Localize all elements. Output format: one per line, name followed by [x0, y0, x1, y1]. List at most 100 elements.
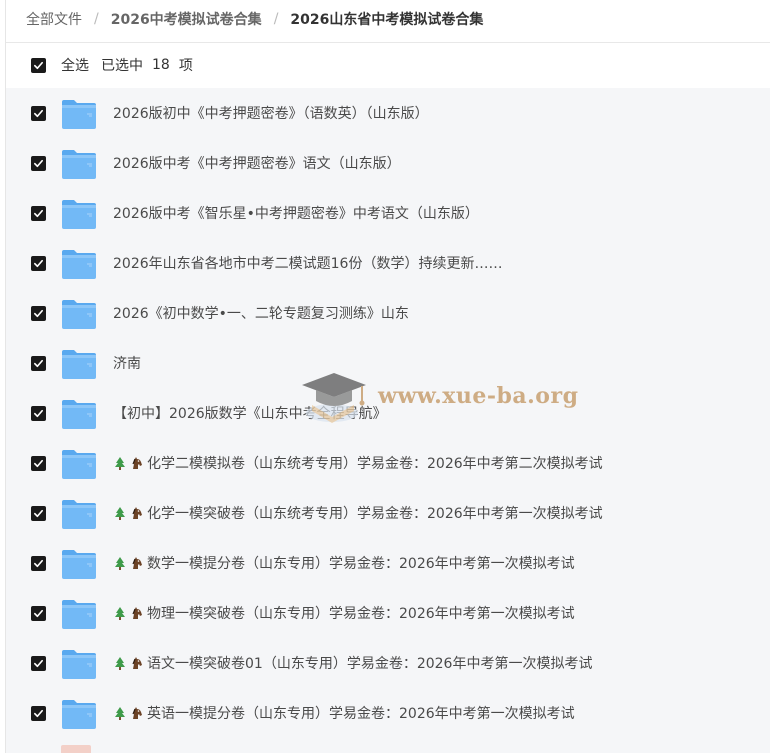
- folder-checkbox[interactable]: [31, 256, 46, 271]
- folder-name[interactable]: 化学一模突破卷（山东统考专用）学易金卷：2026年中考第一次模拟考试: [113, 488, 603, 538]
- folder-row[interactable]: 2026版中考《智乐星•中考押题密卷》中考语文（山东版）: [6, 188, 770, 238]
- breadcrumb: 全部文件 / 2026中考模拟试卷合集 / 2026山东省中考模拟试卷合集: [26, 0, 483, 38]
- folder-name-text: 2026《初中数学•一、二轮专题复习测练》山东: [113, 306, 409, 322]
- folder-icon: [62, 500, 96, 529]
- checkmark-icon: [34, 359, 43, 368]
- folder-name-text: 2026版中考《中考押题密卷》语文（山东版）: [113, 156, 401, 172]
- folder-name[interactable]: 化学二模模拟卷（山东统考专用）学易金卷：2026年中考第二次模拟考试: [113, 438, 603, 488]
- folder-name-text: 2026版初中《中考押题密卷》（语数英）（山东版）: [113, 106, 429, 122]
- folder-name[interactable]: 数学一模提分卷（山东专用）学易金卷：2026年中考第一次模拟考试: [113, 538, 575, 588]
- checkmark-icon: [34, 559, 43, 568]
- checkmark-icon: [34, 709, 43, 718]
- folder-row[interactable]: 化学二模模拟卷（山东统考专用）学易金卷：2026年中考第二次模拟考试: [6, 438, 770, 488]
- folder-name[interactable]: 2026版中考《智乐星•中考押题密卷》中考语文（山东版）: [113, 188, 479, 238]
- tree-emoji-icon: [113, 656, 127, 670]
- folder-row[interactable]: 济南: [6, 338, 770, 388]
- folder-row[interactable]: 英语一模提分卷（山东专用）学易金卷：2026年中考第一次模拟考试: [6, 688, 770, 738]
- checkmark-icon: [34, 109, 43, 118]
- folder-name[interactable]: 2026版初中《中考押题密卷》（语数英）（山东版）: [113, 88, 429, 138]
- horse-emoji-icon: [130, 506, 144, 520]
- folder-icon: [62, 400, 96, 429]
- checkmark-icon: [34, 209, 43, 218]
- folder-name[interactable]: 英语一模提分卷（山东专用）学易金卷：2026年中考第一次模拟考试: [113, 688, 575, 738]
- tree-emoji-icon: [113, 556, 127, 570]
- checkmark-icon: [34, 409, 43, 418]
- checkmark-icon: [34, 159, 43, 168]
- checkmark-icon: [34, 309, 43, 318]
- folder-row[interactable]: 语文一模突破卷01（山东专用）学易金卷：2026年中考第一次模拟考试: [6, 638, 770, 688]
- breadcrumb-root[interactable]: 全部文件: [26, 9, 82, 29]
- selection-bar: 全选 已选中 18 项: [6, 43, 770, 87]
- file-list: 2026版初中《中考押题密卷》（语数英）（山东版） 2026版中考《中考押题密卷》…: [6, 88, 770, 753]
- folder-name[interactable]: 2026《初中数学•一、二轮专题复习测练》山东: [113, 288, 409, 338]
- folder-icon: [62, 150, 96, 179]
- folder-name-text: 济南: [113, 356, 141, 372]
- select-all-checkbox[interactable]: [31, 57, 46, 73]
- folder-name[interactable]: 【初中】2026版数学《山东中考全程导航》: [113, 388, 387, 438]
- folder-row[interactable]: 数学一模提分卷（山东专用）学易金卷：2026年中考第一次模拟考试: [6, 538, 770, 588]
- folder-name[interactable]: 语文一模突破卷01（山东专用）学易金卷：2026年中考第一次模拟考试: [113, 638, 592, 688]
- folder-name-text: 2026版中考《智乐星•中考押题密卷》中考语文（山东版）: [113, 206, 479, 222]
- folder-checkbox[interactable]: [31, 356, 46, 371]
- select-all-label[interactable]: 全选: [61, 55, 89, 75]
- folder-name[interactable]: 2026版中考《中考押题密卷》语文（山东版）: [113, 138, 401, 188]
- folder-icon: [62, 100, 96, 129]
- folder-icon: [62, 200, 96, 229]
- checkmark-icon: [34, 61, 43, 69]
- folder-checkbox[interactable]: [31, 706, 46, 721]
- horse-emoji-icon: [130, 706, 144, 720]
- folder-icon: [62, 700, 96, 729]
- folder-row[interactable]: 物理一模突破卷（山东专用）学易金卷：2026年中考第一次模拟考试: [6, 588, 770, 638]
- folder-checkbox[interactable]: [31, 406, 46, 421]
- folder-checkbox[interactable]: [31, 556, 46, 571]
- folder-name[interactable]: 物理一模突破卷（山东专用）学易金卷：2026年中考第一次模拟考试: [113, 588, 575, 638]
- folder-icon: [62, 250, 96, 279]
- horse-emoji-icon: [130, 456, 144, 470]
- tree-emoji-icon: [113, 456, 127, 470]
- horse-emoji-icon: [130, 606, 144, 620]
- tree-emoji-icon: [113, 706, 127, 720]
- horse-emoji-icon: [130, 656, 144, 670]
- folder-name[interactable]: 2026年山东省各地市中考二模试题16份（数学）持续更新……: [113, 238, 502, 288]
- folder-name-text: 物理一模突破卷（山东专用）学易金卷：2026年中考第一次模拟考试: [147, 606, 575, 622]
- checkmark-icon: [34, 509, 43, 518]
- breadcrumb-separator: /: [273, 11, 279, 27]
- selected-prefix: 已选中: [101, 58, 143, 74]
- folder-checkbox[interactable]: [31, 506, 46, 521]
- folder-row[interactable]: 2026版中考《中考押题密卷》语文（山东版）: [6, 138, 770, 188]
- checkmark-icon: [34, 459, 43, 468]
- checkmark-icon: [34, 659, 43, 668]
- folder-name-text: 数学一模提分卷（山东专用）学易金卷：2026年中考第一次模拟考试: [147, 556, 575, 572]
- breadcrumb-separator: /: [94, 11, 99, 27]
- breadcrumb-parent[interactable]: 2026中考模拟试卷合集: [111, 9, 262, 29]
- tree-emoji-icon: [113, 606, 127, 620]
- folder-icon: [62, 550, 96, 579]
- folder-checkbox[interactable]: [31, 656, 46, 671]
- breadcrumb-current: 2026山东省中考模拟试卷合集: [290, 12, 484, 28]
- folder-checkbox[interactable]: [31, 456, 46, 471]
- folder-checkbox[interactable]: [31, 606, 46, 621]
- folder-row[interactable]: 2026年山东省各地市中考二模试题16份（数学）持续更新……: [6, 238, 770, 288]
- folder-checkbox[interactable]: [31, 306, 46, 321]
- folder-checkbox[interactable]: [31, 156, 46, 171]
- folder-name[interactable]: 济南: [113, 338, 141, 388]
- selected-suffix: 项: [178, 58, 193, 74]
- folder-row[interactable]: 化学一模突破卷（山东统考专用）学易金卷：2026年中考第一次模拟考试: [6, 488, 770, 538]
- folder-checkbox[interactable]: [31, 106, 46, 121]
- selected-count: 18: [152, 57, 170, 73]
- checkmark-icon: [34, 609, 43, 618]
- folder-row[interactable]: 2026《初中数学•一、二轮专题复习测练》山东: [6, 288, 770, 338]
- folder-name-text: 语文一模突破卷01（山东专用）学易金卷：2026年中考第一次模拟考试: [147, 656, 593, 672]
- folder-icon: [62, 350, 96, 379]
- checkmark-icon: [34, 259, 43, 268]
- folder-row[interactable]: 2026版初中《中考押题密卷》（语数英）（山东版）: [6, 88, 770, 138]
- folder-checkbox[interactable]: [31, 206, 46, 221]
- folder-name-text: 化学一模突破卷（山东统考专用）学易金卷：2026年中考第一次模拟考试: [147, 506, 603, 522]
- folder-row[interactable]: 【初中】2026版数学《山东中考全程导航》: [6, 388, 770, 438]
- folder-icon: [62, 300, 96, 329]
- partial-file-icon: [61, 745, 91, 753]
- folder-name-text: 英语一模提分卷（山东专用）学易金卷：2026年中考第一次模拟考试: [147, 706, 575, 722]
- tree-emoji-icon: [113, 506, 127, 520]
- folder-icon: [62, 600, 96, 629]
- folder-icon: [62, 450, 96, 479]
